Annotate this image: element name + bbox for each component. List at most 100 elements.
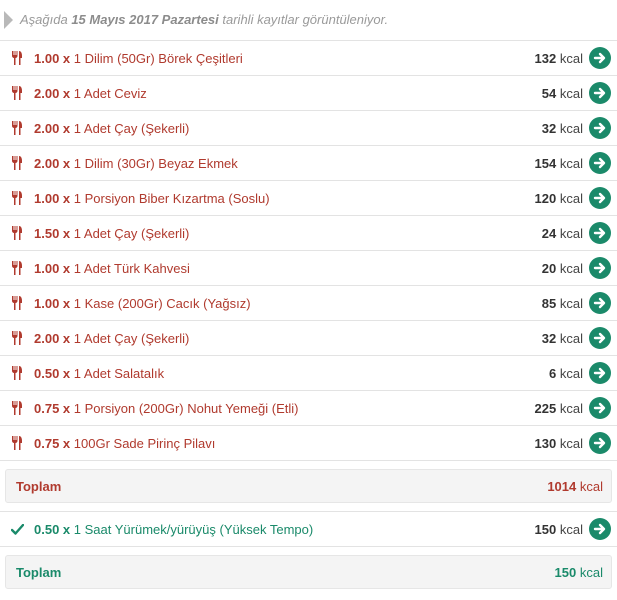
food-kcal: 130 bbox=[534, 435, 557, 451]
food-desc: 1 Dilim (50Gr) Börek Çeşitleri bbox=[73, 50, 243, 66]
food-row: 2.00 x 1 Adet Çay (Şekerli) 32 kcal bbox=[0, 321, 617, 356]
food-row: 0.75 x 1 Porsiyon (200Gr) Nohut Yemeği (… bbox=[0, 391, 617, 426]
food-desc: 1 Adet Salatalık bbox=[73, 365, 165, 381]
food-qty: 1.00 x bbox=[34, 260, 71, 276]
arrow-right-circle-icon[interactable] bbox=[589, 187, 611, 209]
food-row: 1.00 x 1 Kase (200Gr) Cacık (Yağsız) 85 … bbox=[0, 286, 617, 321]
food-kcal: 54 bbox=[541, 85, 557, 101]
food-qty: 0.75 x bbox=[34, 435, 71, 451]
food-desc: 1 Adet Çay (Şekerli) bbox=[73, 330, 190, 346]
food-row: 2.00 x 1 Adet Ceviz 54 kcal bbox=[0, 76, 617, 111]
food-unit: kcal bbox=[559, 260, 583, 276]
food-row: 1.00 x 1 Porsiyon Biber Kızartma (Soslu)… bbox=[0, 181, 617, 216]
food-kcal: 132 bbox=[534, 50, 557, 66]
arrow-right-circle-icon[interactable] bbox=[589, 257, 611, 279]
exercise-list: 0.50 x 1 Saat Yürümek/yürüyüş (Yüksek Te… bbox=[0, 511, 617, 547]
arrow-right-circle-icon[interactable] bbox=[589, 292, 611, 314]
fork-knife-icon bbox=[0, 121, 34, 135]
food-desc: 1 Porsiyon Biber Kızartma (Soslu) bbox=[73, 190, 270, 206]
fork-knife-icon bbox=[0, 331, 34, 345]
food-row: 0.50 x 1 Adet Salatalık 6 kcal bbox=[0, 356, 617, 391]
caret-right-icon bbox=[4, 11, 13, 29]
food-row: 0.75 x 100Gr Sade Pirinç Pilavı 130 kcal bbox=[0, 426, 617, 461]
fork-knife-icon bbox=[0, 86, 34, 100]
arrow-right-circle-icon[interactable] bbox=[589, 47, 611, 69]
food-unit: kcal bbox=[559, 435, 583, 451]
arrow-right-circle-icon[interactable] bbox=[589, 117, 611, 139]
notice-date: 15 Mayıs 2017 Pazartesi bbox=[71, 12, 219, 27]
food-qty: 1.00 x bbox=[34, 190, 71, 206]
food-desc: 1 Kase (200Gr) Cacık (Yağsız) bbox=[73, 295, 251, 311]
food-kcal: 24 bbox=[541, 225, 557, 241]
arrow-right-circle-icon[interactable] bbox=[589, 518, 611, 540]
arrow-right-circle-icon[interactable] bbox=[589, 222, 611, 244]
food-desc: 1 Dilim (30Gr) Beyaz Ekmek bbox=[73, 155, 238, 171]
food-unit: kcal bbox=[559, 190, 583, 206]
food-unit: kcal bbox=[559, 50, 583, 66]
fork-knife-icon bbox=[0, 401, 34, 415]
exercise-qty: 0.50 x bbox=[34, 521, 71, 537]
food-unit: kcal bbox=[559, 365, 583, 381]
food-qty: 0.50 x bbox=[34, 365, 71, 381]
exercise-desc: 1 Saat Yürümek/yürüyüş (Yüksek Tempo) bbox=[73, 521, 314, 537]
food-qty: 2.00 x bbox=[34, 120, 71, 136]
fork-knife-icon bbox=[0, 296, 34, 310]
food-total-unit: kcal bbox=[579, 478, 603, 494]
exercise-total-label: Toplam bbox=[16, 564, 62, 580]
exercise-row: 0.50 x 1 Saat Yürümek/yürüyüş (Yüksek Te… bbox=[0, 512, 617, 547]
fork-knife-icon bbox=[0, 51, 34, 65]
food-unit: kcal bbox=[559, 120, 583, 136]
notice-suffix: tarihli kayıtlar görüntüleniyor. bbox=[222, 12, 389, 27]
arrow-right-circle-icon[interactable] bbox=[589, 397, 611, 419]
food-row: 1.50 x 1 Adet Çay (Şekerli) 24 kcal bbox=[0, 216, 617, 251]
food-kcal: 120 bbox=[534, 190, 557, 206]
food-list: 1.00 x 1 Dilim (50Gr) Börek Çeşitleri 13… bbox=[0, 40, 617, 461]
fork-knife-icon bbox=[0, 261, 34, 275]
food-kcal: 32 bbox=[541, 330, 557, 346]
food-unit: kcal bbox=[559, 225, 583, 241]
food-qty: 1.50 x bbox=[34, 225, 71, 241]
fork-knife-icon bbox=[0, 156, 34, 170]
food-desc: 1 Adet Çay (Şekerli) bbox=[73, 120, 190, 136]
food-row: 1.00 x 1 Adet Türk Kahvesi 20 kcal bbox=[0, 251, 617, 286]
exercise-total: Toplam 150 kcal bbox=[5, 555, 612, 589]
arrow-right-circle-icon[interactable] bbox=[589, 152, 611, 174]
food-total-value: 1014 bbox=[547, 478, 577, 494]
food-qty: 2.00 x bbox=[34, 155, 71, 171]
food-row: 2.00 x 1 Adet Çay (Şekerli) 32 kcal bbox=[0, 111, 617, 146]
food-unit: kcal bbox=[559, 400, 583, 416]
exercise-total-value: 150 bbox=[554, 564, 577, 580]
food-qty: 1.00 x bbox=[34, 295, 71, 311]
food-kcal: 20 bbox=[541, 260, 557, 276]
fork-knife-icon bbox=[0, 191, 34, 205]
food-qty: 0.75 x bbox=[34, 400, 71, 416]
food-qty: 2.00 x bbox=[34, 85, 71, 101]
food-total: Toplam 1014 kcal bbox=[5, 469, 612, 503]
food-desc: 1 Porsiyon (200Gr) Nohut Yemeği (Etli) bbox=[73, 400, 299, 416]
food-unit: kcal bbox=[559, 295, 583, 311]
food-qty: 2.00 x bbox=[34, 330, 71, 346]
food-kcal: 225 bbox=[534, 400, 557, 416]
checkmark-icon bbox=[0, 523, 34, 535]
arrow-right-circle-icon[interactable] bbox=[589, 82, 611, 104]
food-kcal: 32 bbox=[541, 120, 557, 136]
food-unit: kcal bbox=[559, 85, 583, 101]
food-row: 1.00 x 1 Dilim (50Gr) Börek Çeşitleri 13… bbox=[0, 41, 617, 76]
food-desc: 1 Adet Çay (Şekerli) bbox=[73, 225, 190, 241]
food-qty: 1.00 x bbox=[34, 50, 71, 66]
food-kcal: 6 bbox=[549, 365, 557, 381]
fork-knife-icon bbox=[0, 436, 34, 450]
exercise-unit: kcal bbox=[559, 521, 583, 537]
fork-knife-icon bbox=[0, 366, 34, 380]
arrow-right-circle-icon[interactable] bbox=[589, 432, 611, 454]
arrow-right-circle-icon[interactable] bbox=[589, 327, 611, 349]
notice-prefix: Aşağıda bbox=[20, 12, 68, 27]
food-desc: 100Gr Sade Pirinç Pilavı bbox=[73, 435, 216, 451]
food-total-label: Toplam bbox=[16, 478, 62, 494]
date-notice: Aşağıda 15 Mayıs 2017 Pazartesi tarihli … bbox=[0, 0, 617, 40]
exercise-total-unit: kcal bbox=[579, 564, 603, 580]
arrow-right-circle-icon[interactable] bbox=[589, 362, 611, 384]
food-unit: kcal bbox=[559, 155, 583, 171]
food-kcal: 85 bbox=[541, 295, 557, 311]
food-unit: kcal bbox=[559, 330, 583, 346]
